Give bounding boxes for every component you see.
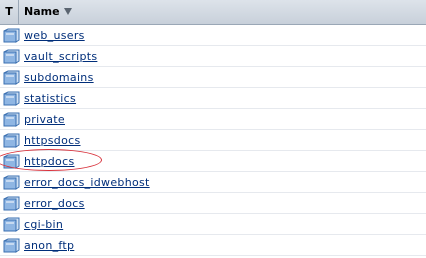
- folder-link[interactable]: httpdocs: [24, 151, 74, 172]
- folder-icon: [3, 28, 20, 43]
- folder-icon: [3, 238, 20, 253]
- table-body: web_users vault_scripts subdomains stati…: [0, 25, 426, 256]
- table-row: statistics: [0, 88, 426, 109]
- folder-link[interactable]: subdomains: [24, 67, 94, 88]
- folder-icon: [3, 196, 20, 211]
- table-row: vault_scripts: [0, 46, 426, 67]
- table-row: cgi-bin: [0, 214, 426, 235]
- column-header-name[interactable]: Name: [19, 0, 426, 24]
- folder-link[interactable]: vault_scripts: [24, 46, 97, 67]
- folder-icon: [3, 217, 20, 232]
- folder-icon: [3, 175, 20, 190]
- folder-link[interactable]: httpsdocs: [24, 130, 81, 151]
- sort-descending-icon: [63, 8, 72, 15]
- folder-link[interactable]: private: [24, 109, 65, 130]
- table-row: web_users: [0, 25, 426, 46]
- folder-link[interactable]: cgi-bin: [24, 214, 63, 235]
- folder-icon: [3, 112, 20, 127]
- folder-icon: [3, 70, 20, 85]
- column-header-name-label: Name: [24, 5, 60, 18]
- table-row: httpdocs: [0, 151, 426, 172]
- table-row: anon_ftp: [0, 235, 426, 256]
- folder-icon: [3, 154, 20, 169]
- folder-icon: [3, 133, 20, 148]
- table-row: error_docs: [0, 193, 426, 214]
- table-header: T Name: [0, 0, 426, 25]
- table-row: subdomains: [0, 67, 426, 88]
- folder-icon: [3, 91, 20, 106]
- file-manager-table: T Name web_users vault_scripts subdomain…: [0, 0, 426, 258]
- folder-link[interactable]: error_docs: [24, 193, 85, 214]
- table-row: error_docs_idwebhost: [0, 172, 426, 193]
- folder-link[interactable]: error_docs_idwebhost: [24, 172, 150, 193]
- folder-link[interactable]: anon_ftp: [24, 235, 74, 256]
- folder-link[interactable]: web_users: [24, 25, 85, 46]
- folder-link[interactable]: statistics: [24, 88, 76, 109]
- table-row: httpsdocs: [0, 130, 426, 151]
- folder-icon: [3, 49, 20, 64]
- table-row: private: [0, 109, 426, 130]
- column-header-type[interactable]: T: [0, 0, 19, 24]
